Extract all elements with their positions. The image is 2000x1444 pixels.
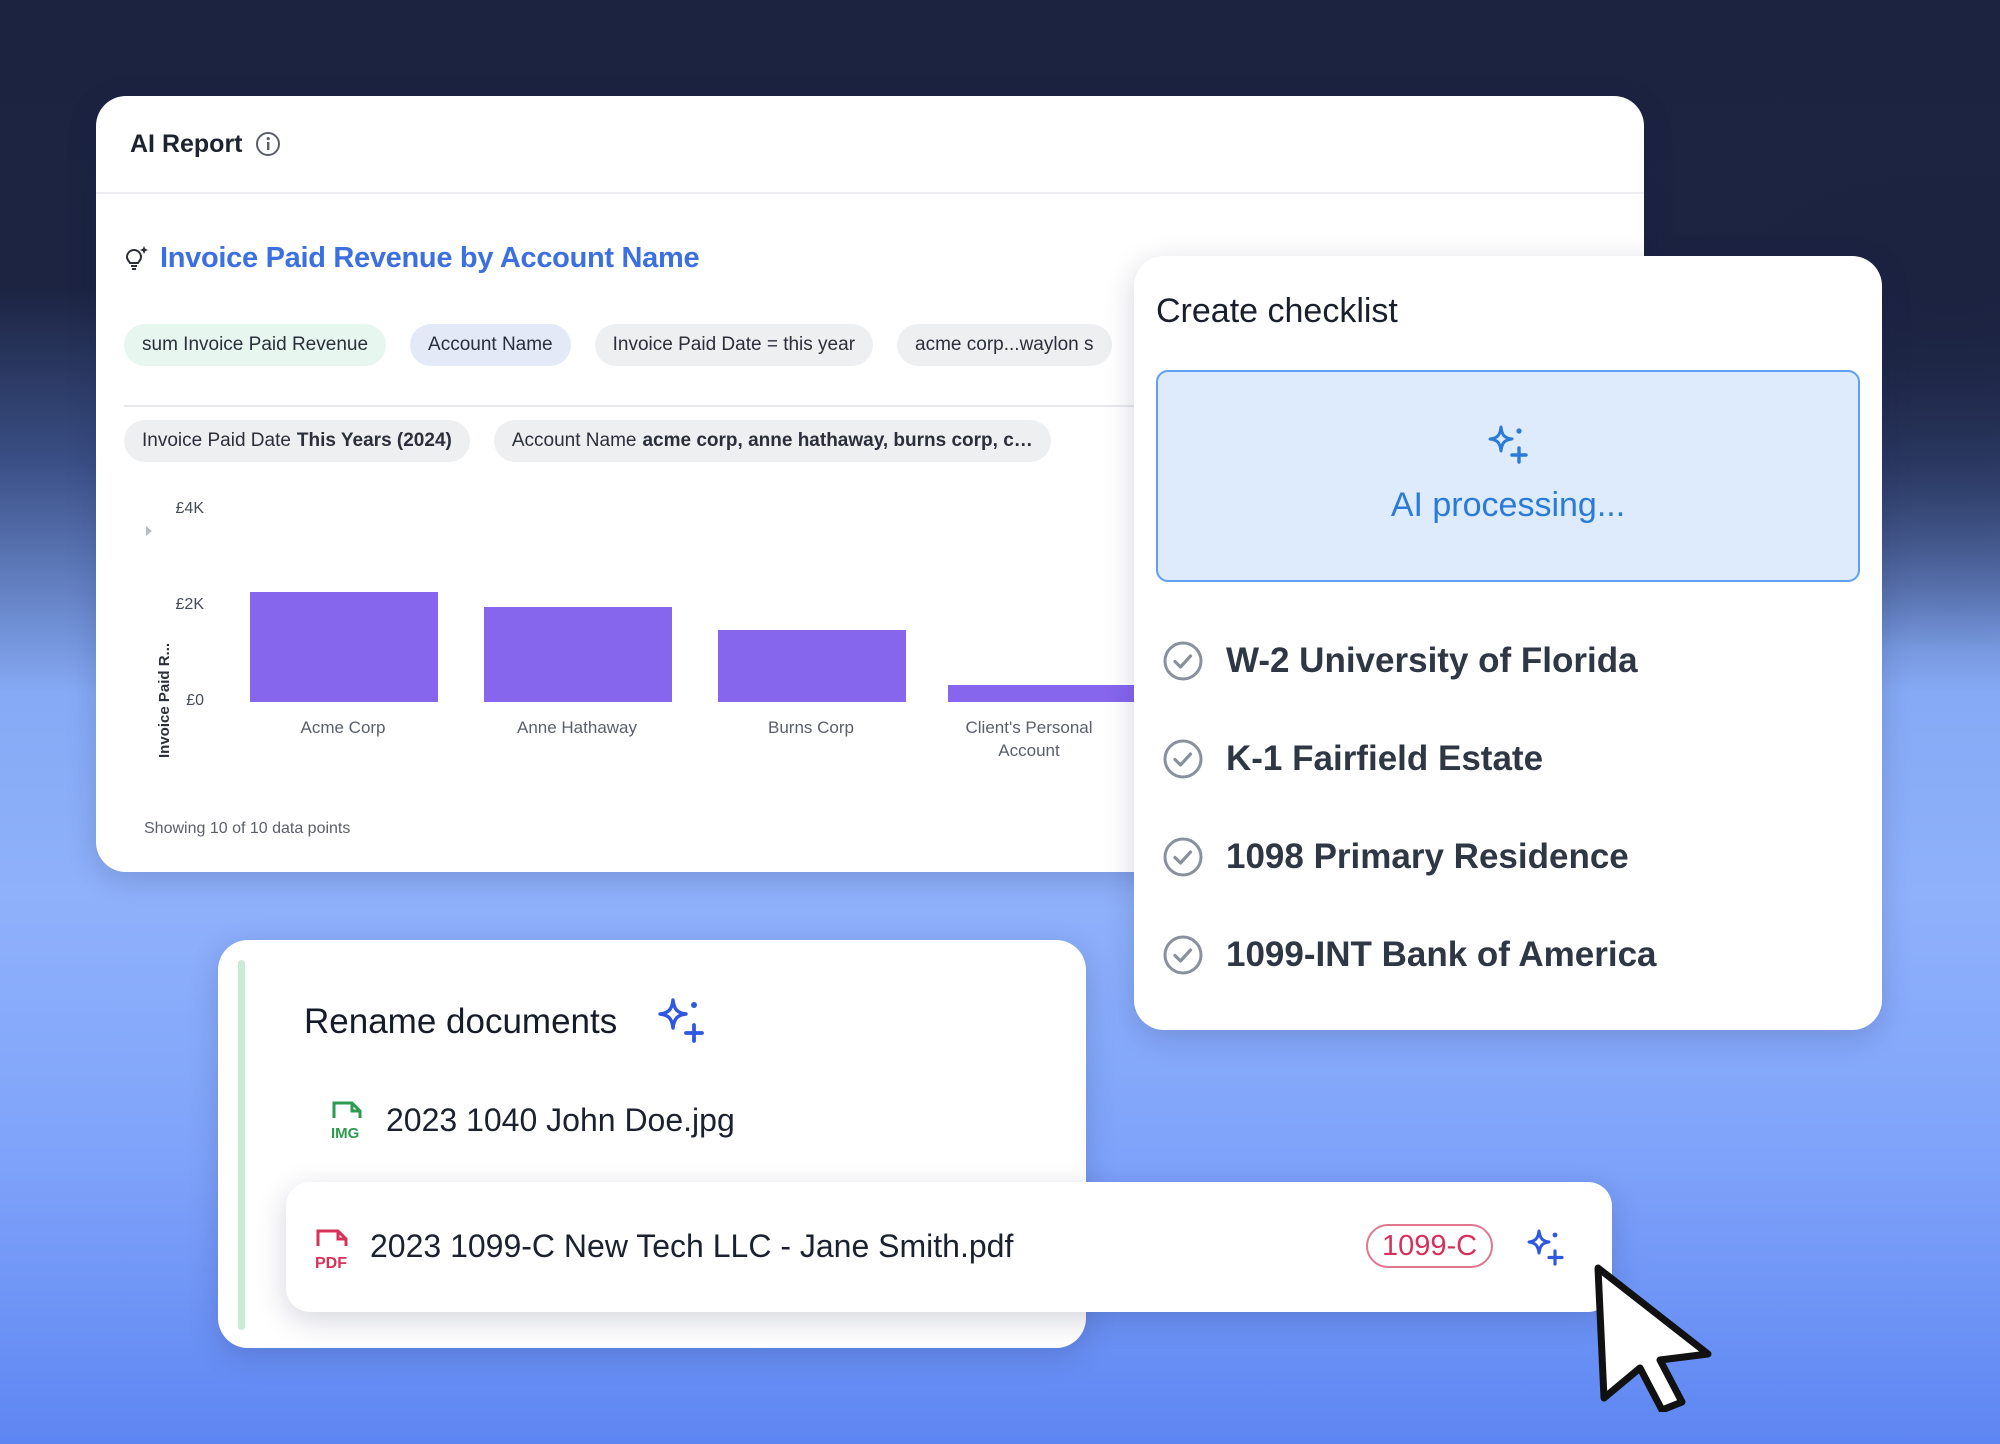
rename-title: Rename documents (304, 1002, 618, 1041)
report-header: AI Report (96, 96, 1644, 194)
check-circle-icon[interactable] (1162, 836, 1204, 878)
ai-sparkle-icon[interactable] (656, 994, 708, 1046)
x-label-burns-corp: Burns Corp (768, 718, 854, 737)
applied-filters: Invoice Paid Date This Years (2024) Acco… (124, 420, 1051, 462)
filter-chip-account-label: Account Name (511, 430, 637, 451)
file-row-pdf[interactable]: PDF 2023 1099-C New Tech LLC - Jane Smit… (286, 1182, 1612, 1312)
query-pills: sum Invoice Paid Revenue Account Name In… (124, 324, 1112, 366)
pill-dimension-text: Account Name (428, 334, 553, 355)
ai-processing-text: AI processing... (1390, 486, 1626, 524)
checklist-item-label: 1099-INT Bank of America (1226, 935, 1657, 974)
x-label-clients-personal-account: Client's Personal Account (965, 718, 1093, 760)
pill-date-filter[interactable]: Invoice Paid Date = this year (594, 324, 874, 366)
mouse-cursor-icon (1594, 1264, 1712, 1412)
filter-chip-date-value: This Years (2024) (296, 430, 452, 451)
checklist-item[interactable]: W-2 University of Florida (1162, 640, 1638, 682)
checklist-item[interactable]: 1098 Primary Residence (1162, 836, 1629, 878)
filter-chip-date-label: Invoice Paid Date (142, 430, 291, 451)
checklist-title: Create checklist (1156, 292, 1398, 330)
file-name: 2023 1099-C New Tech LLC - Jane Smith.pd… (370, 1228, 1014, 1264)
pill-dimension[interactable]: Account Name (410, 324, 571, 366)
bar-acme-corp[interactable] (250, 592, 438, 702)
file-row-image[interactable]: IMG 2023 1040 John Doe.jpg (330, 1100, 735, 1140)
filter-chip-account-value: acme corp, anne hathaway, burns corp, c… (642, 430, 1033, 451)
pdf-file-type-label: PDF (315, 1255, 347, 1270)
checklist-item[interactable]: 1099-INT Bank of America (1162, 934, 1657, 976)
pill-measure[interactable]: sum Invoice Paid Revenue (124, 324, 387, 366)
document-type-badge[interactable]: 1099-C (1366, 1224, 1494, 1268)
accent-bar (238, 960, 245, 1330)
check-circle-icon[interactable] (1162, 640, 1204, 682)
y-tick-4k: £4K (175, 500, 204, 517)
axis-expand-icon[interactable] (144, 524, 154, 538)
y-axis-label: Invoice Paid R... (156, 642, 173, 758)
pill-account-filter[interactable]: acme corp...waylon s (897, 324, 1112, 366)
data-points-note: Showing 10 of 10 data points (144, 820, 351, 837)
chart-title[interactable]: Invoice Paid Revenue by Account Name (160, 242, 700, 275)
report-title: AI Report (130, 129, 243, 158)
pdf-file-icon: PDF (315, 1229, 348, 1270)
ai-bulb-icon (125, 245, 148, 270)
checklist-item[interactable]: K-1 Fairfield Estate (1162, 738, 1543, 780)
chart-title-row: Invoice Paid Revenue by Account Name (122, 242, 700, 275)
checklist-item-label: K-1 Fairfield Estate (1226, 739, 1544, 778)
file-name: 2023 1040 John Doe.jpg (386, 1101, 735, 1138)
checklist-item-label: 1098 Primary Residence (1226, 837, 1629, 876)
ai-sparkle-icon (1488, 425, 1528, 464)
bar-clients-personal-account[interactable] (948, 685, 1134, 702)
info-icon[interactable] (255, 131, 281, 157)
bar-burns-corp[interactable] (718, 630, 906, 702)
check-circle-icon[interactable] (1162, 738, 1204, 780)
checklist-item-label: W-2 University of Florida (1226, 641, 1638, 680)
y-tick-2k: £2K (175, 596, 204, 613)
x-label-anne-hathaway: Anne Hathaway (516, 718, 638, 737)
ai-sparkle-icon[interactable] (1526, 1226, 1566, 1268)
filter-chip-date[interactable]: Invoice Paid Date This Years (2024) (124, 420, 470, 462)
bar-anne-hathaway[interactable] (484, 607, 672, 702)
create-checklist-card: Create checklist AI processing... W-2 Un… (1134, 256, 1882, 1030)
ai-processing-box: AI processing... (1156, 370, 1860, 582)
filter-chip-account[interactable]: Account Name acme corp, anne hathaway, b… (493, 420, 1051, 462)
pill-date-filter-text: Invoice Paid Date = this year (612, 334, 856, 355)
image-file-icon: IMG (331, 1101, 362, 1140)
pill-account-filter-text: acme corp...waylon s (915, 334, 1094, 355)
x-label-acme-corp: Acme Corp (300, 718, 386, 737)
image-file-type-label: IMG (331, 1125, 359, 1140)
check-circle-icon[interactable] (1162, 934, 1204, 976)
pill-measure-text: sum Invoice Paid Revenue (142, 334, 369, 355)
